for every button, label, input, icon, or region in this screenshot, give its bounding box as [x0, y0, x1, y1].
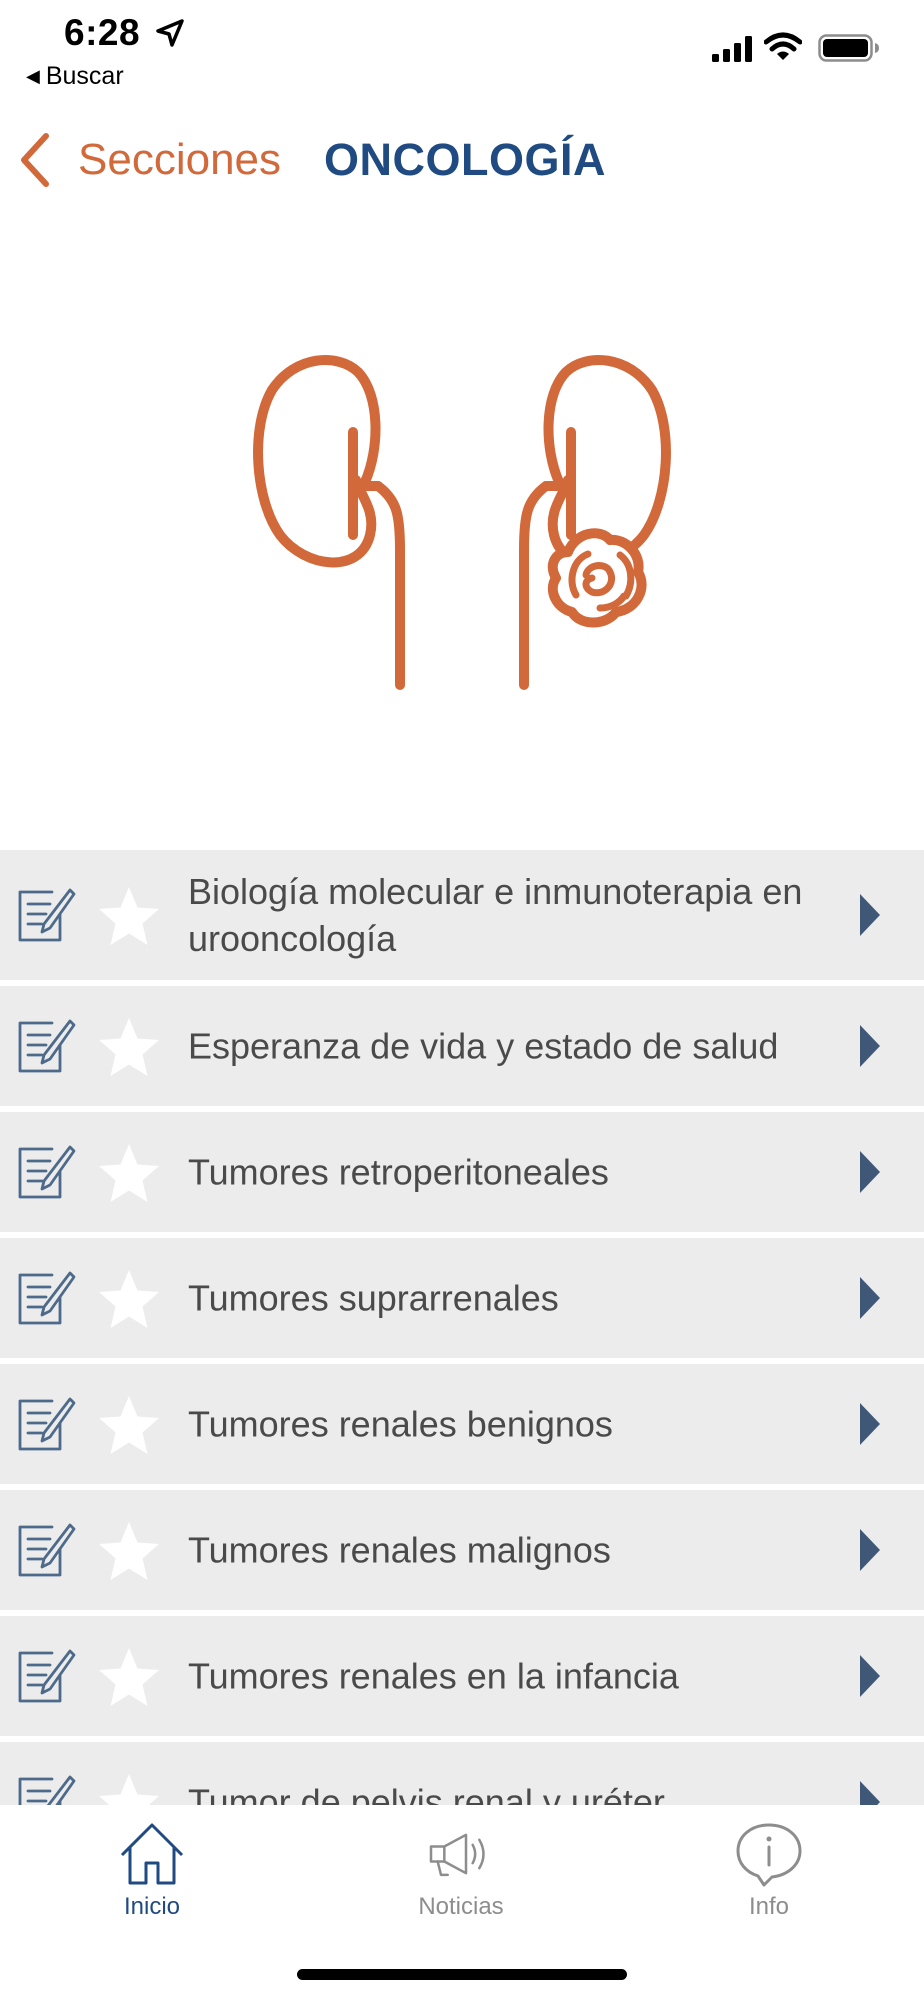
- chevron-right-icon: [860, 1025, 880, 1067]
- tab-label: Noticias: [418, 1893, 504, 1920]
- tab-label: Inicio: [123, 1893, 181, 1920]
- location-arrow-icon: [156, 19, 184, 47]
- favorite-star-icon[interactable]: [96, 1771, 162, 1805]
- list-item[interactable]: Tumores renales benignos: [0, 1364, 924, 1490]
- edit-note-icon[interactable]: [16, 1267, 78, 1329]
- list-item-label: Tumores renales malignos: [188, 1529, 611, 1571]
- favorite-star-icon[interactable]: [96, 1141, 162, 1207]
- list-item-label: Tumores retroperitoneales: [188, 1151, 609, 1193]
- wifi-icon: [764, 32, 802, 60]
- edit-note-icon[interactable]: [16, 1645, 78, 1707]
- chevron-right-icon: [860, 1403, 880, 1445]
- status-bar: 6:28 ◀ Buscar: [0, 0, 924, 100]
- tab-noticias[interactable]: Noticias: [361, 1819, 561, 1921]
- chevron-right-icon: [860, 1277, 880, 1319]
- info-bubble-icon: [736, 1823, 802, 1887]
- edit-note-icon[interactable]: [16, 1393, 78, 1455]
- list-item[interactable]: Tumores suprarrenales: [0, 1238, 924, 1364]
- list-item-label: Tumores suprarrenales: [188, 1277, 559, 1319]
- status-time: 6:28: [64, 12, 141, 53]
- chevron-left-icon: [21, 133, 49, 187]
- edit-note-icon[interactable]: [16, 1771, 78, 1805]
- back-button[interactable]: Secciones: [18, 130, 281, 190]
- favorite-star-icon[interactable]: [96, 1519, 162, 1585]
- home-icon: [120, 1823, 184, 1885]
- cellular-signal-icon: [712, 36, 752, 62]
- favorite-star-icon[interactable]: [96, 1645, 162, 1711]
- back-app-label: Buscar: [45, 62, 124, 90]
- tab-inicio[interactable]: Inicio: [52, 1819, 252, 1921]
- list-item[interactable]: Tumores retroperitoneales: [0, 1112, 924, 1238]
- back-triangle-icon: ◀: [26, 66, 40, 86]
- screen: 6:28 ◀ Buscar Secciones ONCOLOGÍA Biolog…: [0, 0, 924, 2000]
- back-button-label: Secciones: [78, 135, 282, 184]
- home-indicator: [297, 1969, 627, 1980]
- list-item-label: Tumor de pelvis renal y uréter: [188, 1781, 665, 1806]
- edit-note-icon[interactable]: [16, 1015, 78, 1077]
- favorite-star-icon[interactable]: [96, 1015, 162, 1081]
- megaphone-icon: [429, 1833, 485, 1877]
- edit-note-icon[interactable]: [16, 884, 78, 946]
- list-item[interactable]: Esperanza de vida y estado de salud: [0, 986, 924, 1112]
- chevron-right-icon: [860, 1655, 880, 1697]
- chevron-right-icon: [860, 1781, 880, 1805]
- favorite-star-icon[interactable]: [96, 884, 162, 950]
- chevron-right-icon: [860, 1529, 880, 1571]
- list-item[interactable]: Tumores renales malignos: [0, 1490, 924, 1616]
- list-item-label: Tumores renales benignos: [188, 1403, 613, 1445]
- chevron-right-icon: [860, 894, 880, 936]
- list-item-label: Esperanza de vida y estado de salud: [188, 1025, 779, 1067]
- list-item[interactable]: Tumores renales en la infancia: [0, 1616, 924, 1742]
- page-title: ONCOLOGÍA: [324, 134, 606, 185]
- kidneys-with-tumor-icon: [253, 355, 671, 690]
- list-item[interactable]: Tumor de pelvis renal y uréter: [0, 1742, 924, 1805]
- favorite-star-icon[interactable]: [96, 1267, 162, 1333]
- list-item-label: Tumores renales en la infancia: [188, 1655, 679, 1697]
- tab-info[interactable]: Info: [669, 1819, 869, 1921]
- edit-note-icon[interactable]: [16, 1519, 78, 1581]
- list-item[interactable]: Biología molecular e inmunoterapia en ur…: [0, 850, 924, 986]
- edit-note-icon[interactable]: [16, 1141, 78, 1203]
- chevron-right-icon: [860, 1151, 880, 1193]
- favorite-star-icon[interactable]: [96, 1393, 162, 1459]
- topic-list: Biología molecular e inmunoterapia en ur…: [0, 850, 924, 1805]
- back-to-app-link[interactable]: ◀ Buscar: [26, 62, 124, 91]
- list-item-label: Biología molecular e inmunoterapia en ur…: [188, 871, 803, 959]
- battery-icon: [818, 34, 879, 62]
- tab-label: Info: [748, 1893, 790, 1920]
